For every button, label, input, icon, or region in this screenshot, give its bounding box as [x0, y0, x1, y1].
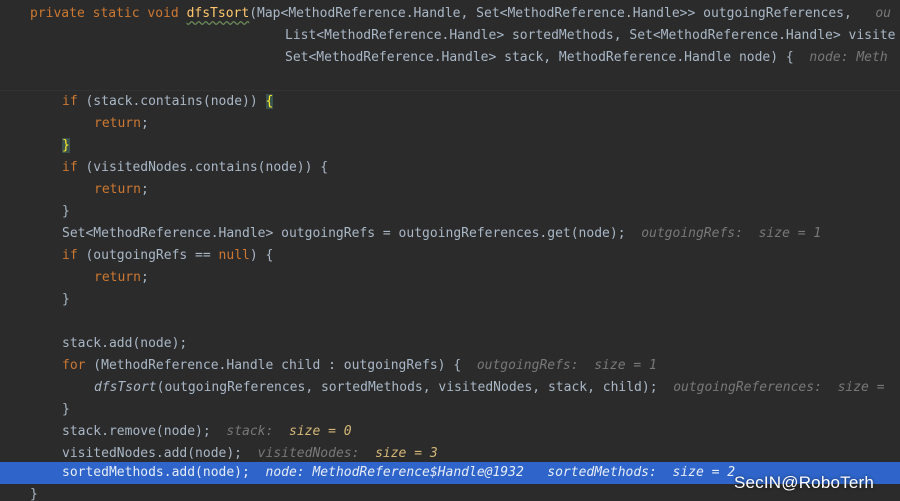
code-line-18[interactable]: dfsTsort(outgoingReferences, sortedMetho… — [0, 377, 900, 399]
inlay-hint-name: visitedNodes: — [257, 446, 360, 461]
keyword-private: private — [30, 6, 85, 21]
inlay-hint-name: outgoingRefs: — [476, 358, 579, 373]
method-call-dfsTsort[interactable]: dfsTsort — [94, 380, 157, 395]
inlay-hint-node: node: Meth — [809, 50, 888, 65]
statement: visitedNodes.add(node); — [62, 446, 243, 461]
semicolon: ; — [140, 182, 149, 197]
method-name-dfsTsort[interactable]: dfsTsort — [187, 6, 250, 21]
keyword-if: if — [62, 248, 78, 263]
semicolon: ; — [140, 270, 149, 285]
call-args: (outgoingReferences, sortedMethods, visi… — [156, 380, 658, 395]
statement: sortedMethods.add(node); — [62, 465, 250, 480]
inlay-hint-name: sortedMethods: — [547, 465, 657, 480]
inlay-hint-value: size = 1 — [758, 226, 822, 241]
keyword-if: if — [62, 160, 78, 175]
statement: stack.remove(node); — [62, 424, 211, 439]
keyword-static: static — [92, 6, 140, 21]
keyword-return: return — [94, 116, 141, 131]
matched-brace-open: { — [265, 94, 274, 109]
if-condition: (visitedNodes.contains(node)) { — [77, 160, 329, 175]
keyword-if: if — [62, 94, 78, 109]
inlay-hint-value: size = — [837, 380, 885, 395]
closing-brace: } — [30, 487, 38, 501]
inlay-hint: ou — [875, 6, 891, 21]
code-line-3[interactable]: Set<MethodReference.Handle> stack, Metho… — [0, 47, 900, 69]
matched-brace-close: } — [62, 138, 70, 153]
inlay-hint-value: size = 1 — [594, 358, 657, 373]
code-line-10[interactable]: } — [0, 201, 900, 223]
closing-brace: } — [62, 402, 70, 417]
code-line-5[interactable]: if (stack.contains(node)) { — [0, 91, 900, 113]
code-line-1[interactable]: private static void dfsTsort(Map<MethodR… — [0, 3, 900, 25]
statement: Set<MethodReference.Handle> outgoingRefs… — [62, 226, 626, 241]
inlay-hint-name: outgoingReferences: — [673, 380, 822, 395]
inlay-hint-node: node: MethodReference$Handle@1932 — [265, 465, 524, 480]
keyword-return: return — [94, 182, 141, 197]
keyword-void: void — [147, 6, 179, 21]
inlay-hint-name: stack: — [226, 424, 274, 439]
code-line-8[interactable]: if (visitedNodes.contains(node)) { — [0, 157, 900, 179]
statement: stack.add(node); — [62, 336, 188, 351]
inlay-hint-value-changed: size = 0 — [289, 424, 352, 439]
method-params: (Map<MethodReference.Handle, Set<MethodR… — [249, 6, 852, 21]
code-line-17[interactable]: for (MethodReference.Handle child : outg… — [0, 355, 900, 377]
semicolon: ; — [140, 116, 149, 131]
closing-brace: } — [62, 204, 70, 219]
code-line-2[interactable]: List<MethodReference.Handle> sortedMetho… — [0, 25, 900, 47]
code-line-13[interactable]: return; — [0, 267, 900, 289]
code-line-20[interactable]: stack.remove(node); stack: size = 0 — [0, 421, 900, 443]
code-line-7[interactable]: } — [0, 135, 900, 157]
code-line-11[interactable]: Set<MethodReference.Handle> outgoingRefs… — [0, 223, 900, 245]
closing-brace: } — [62, 292, 70, 307]
method-params-cont: List<MethodReference.Handle> sortedMetho… — [285, 28, 896, 43]
code-line-6[interactable]: return; — [0, 113, 900, 135]
inlay-hint-value-changed: size = 3 — [375, 446, 438, 461]
code-line-9[interactable]: return; — [0, 179, 900, 201]
code-line-12[interactable]: if (outgoingRefs == null) { — [0, 245, 900, 267]
keyword-return: return — [94, 270, 141, 285]
inlay-hint-name: outgoingRefs: — [641, 226, 743, 241]
keyword-for: for — [62, 358, 86, 373]
if-condition: (outgoingRefs == — [77, 248, 219, 263]
if-condition-end: ) { — [249, 248, 274, 263]
code-line-14[interactable]: } — [0, 289, 900, 311]
code-editor[interactable]: private static void dfsTsort(Map<MethodR… — [0, 0, 900, 501]
code-line-19[interactable]: } — [0, 399, 900, 421]
inlay-hint-value: size = 2 — [672, 465, 736, 480]
if-condition: (stack.contains(node)) — [77, 94, 266, 109]
for-header: (MethodReference.Handle child : outgoing… — [85, 358, 462, 373]
code-line-16[interactable]: stack.add(node); — [0, 333, 900, 355]
method-params-end: Set<MethodReference.Handle> stack, Metho… — [285, 50, 794, 65]
keyword-null: null — [218, 248, 250, 263]
watermark: SecIN@RoboTerh — [733, 473, 874, 492]
